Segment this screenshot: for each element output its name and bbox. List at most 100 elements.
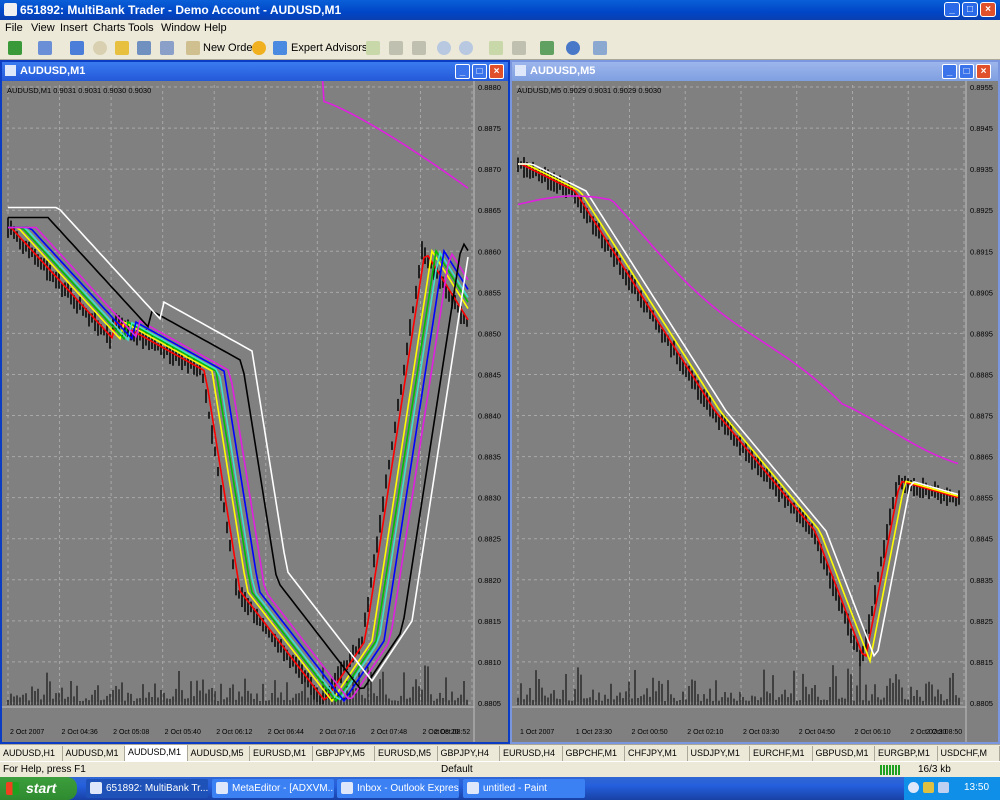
chart-tab[interactable]: GBPJPY,M5 [313,746,375,761]
auto-scroll-icon[interactable] [489,41,503,55]
time-tick-label: 1 Oct 23:30 [576,729,612,736]
toolbar: New Order Expert Advisors [0,37,1000,60]
taskbar-item[interactable]: Inbox - Outlook Express [337,779,459,798]
strategy-tester-icon[interactable] [160,41,174,55]
zoom-in-icon[interactable] [437,41,451,55]
chart-tab[interactable]: EURUSD,M1 [250,746,313,761]
market-watch-icon[interactable] [70,41,84,55]
taskbar: start 651892: MultiBank Tr... MetaEditor… [0,777,1000,800]
new-chart-icon[interactable] [8,41,22,55]
chart-minimize-button[interactable]: _ [942,64,957,79]
menu-insert[interactable]: Insert [60,22,88,34]
time-tick-label: 2 Oct 05:08 [113,729,149,736]
system-tray: 13:50 [904,777,1000,800]
menu-tools[interactable]: Tools [128,22,154,34]
time-tick-label: 2 Oct 07:48 [371,729,407,736]
chart-tab[interactable]: AUDUSD,H1 [0,746,63,761]
line-chart-icon[interactable] [412,41,426,55]
minimize-button[interactable]: _ [944,2,960,17]
chart-tab[interactable]: EURCHF,M1 [750,746,813,761]
price-chart-m5[interactable]: 0.8955 0.8945 0.8935 0.8925 0.8915 0.8905 0.88… [512,81,998,742]
taskbar-item[interactable]: untitled - Paint [463,779,585,798]
price-tick-label: 0.8815 [970,658,993,667]
menu-window[interactable]: Window [161,22,200,34]
chart-tab[interactable]: AUDUSD,M1 [63,746,125,761]
status-help-text: For Help, press F1 [3,764,86,775]
crosshair-icon[interactable] [93,41,107,55]
time-tick-label: 2 Oct 06:44 [268,729,304,736]
price-tick-label: 0.8925 [970,206,993,215]
time-tick-label: 2 Oct 00:50 [632,729,668,736]
menu-view[interactable]: View [31,22,55,34]
price-tick-label: 0.8845 [970,535,993,544]
price-tick-label: 0.8840 [478,412,501,421]
expert-advisors-button[interactable]: Expert Advisors [291,42,367,54]
price-tick-label: 0.8955 [970,83,993,92]
indicators-icon[interactable] [540,41,554,55]
chart-maximize-button[interactable]: □ [472,64,487,79]
chart-window-audusd-m5[interactable]: AUDUSD,M5 _ □ × 0.8955 0.8945 0.8935 0.8925… [510,60,1000,744]
chart-window-title: AUDUSD,M1 [20,65,86,77]
taskbar-item[interactable]: 651892: MultiBank Tr... [86,779,208,798]
bar-chart-icon[interactable] [366,41,380,55]
price-chart-m1[interactable]: 0.8880 0.8875 0.8870 0.8865 0.8860 0.8855 0.88… [2,81,508,742]
time-tick-label: 2 Oct 04:36 [62,729,98,736]
time-tick-label: 2 Oct 07:16 [319,729,355,736]
chart-tab[interactable]: EURUSD,H4 [500,746,563,761]
taskbar-item[interactable]: MetaEditor - [ADXVM... [212,779,334,798]
profiles-icon[interactable] [38,41,52,55]
candlestick-icon[interactable] [389,41,403,55]
templates-icon[interactable] [593,41,607,55]
connection-status-icon [880,765,900,775]
new-order-button[interactable]: New Order [203,42,256,54]
navigator-icon[interactable] [115,41,129,55]
price-tick-label: 0.8895 [970,329,993,338]
chart-header-info: AUDUSD,M5 0.9029 0.9031 0.9029 0.9030 [517,86,661,95]
price-tick-label: 0.8945 [970,124,993,133]
chart-tab[interactable]: CHFJPY,M1 [625,746,688,761]
chart-close-button[interactable]: × [976,64,991,79]
chart-window-title: AUDUSD,M5 [530,65,596,77]
paint-icon [467,782,479,795]
price-tick-label: 0.8835 [970,576,993,585]
chart-window-title-bar[interactable]: AUDUSD,M5 _ □ × [512,62,998,81]
maximize-button[interactable]: □ [962,2,978,17]
tray-security-icon[interactable] [923,782,934,793]
chart-tab[interactable]: USDCHF,M [938,746,1000,761]
price-tick-label: 0.8880 [478,83,501,92]
tray-network-icon[interactable] [908,782,919,793]
time-tick-label: 2 Oct 02:10 [687,729,723,736]
menu-help[interactable]: Help [204,22,227,34]
moving-average-line [517,195,959,465]
new-order-icon[interactable] [186,41,200,55]
chart-minimize-button[interactable]: _ [455,64,470,79]
chart-tab[interactable]: GBPCHF,M1 [563,746,625,761]
tray-volume-icon[interactable] [938,782,949,793]
chart-tab[interactable]: EURGBP,M1 [875,746,938,761]
chart-window-title-bar[interactable]: AUDUSD,M1 _ □ × [2,62,508,81]
chart-tab[interactable]: GBPJPY,H4 [438,746,500,761]
close-button[interactable]: × [980,2,996,17]
chart-tab[interactable]: AUDUSD,M1 [125,745,188,762]
app-icon [4,3,17,16]
chart-window-icon [5,65,16,76]
chart-tab[interactable]: EURUSD,M5 [375,746,438,761]
price-tick-label: 0.8860 [478,247,501,256]
chart-close-button[interactable]: × [489,64,504,79]
menu-file[interactable]: File [5,22,23,34]
menu-charts[interactable]: Charts [93,22,125,34]
chart-tab[interactable]: USDJPY,M1 [688,746,750,761]
chart-tab[interactable]: AUDUSD,M5 [188,746,250,761]
chart-shift-icon[interactable] [512,41,526,55]
zoom-out-icon[interactable] [459,41,473,55]
time-tick-label: 2 Oct 2007 [10,729,44,736]
chart-tabs: AUDUSD,H1 AUDUSD,M1 AUDUSD,M1 AUDUSD,M5 EURU… [0,744,1000,762]
chart-window-audusd-m1[interactable]: AUDUSD,M1 _ □ × 0.8880 0.8875 0.8870 0.8865… [0,60,510,744]
terminal-icon[interactable] [137,41,151,55]
metaeditor-icon[interactable] [252,41,266,55]
expert-advisors-icon[interactable] [273,41,287,55]
start-button[interactable]: start [0,777,77,800]
chart-tab[interactable]: GBPUSD,M1 [813,746,875,761]
chart-maximize-button[interactable]: □ [959,64,974,79]
periods-icon[interactable] [566,41,580,55]
